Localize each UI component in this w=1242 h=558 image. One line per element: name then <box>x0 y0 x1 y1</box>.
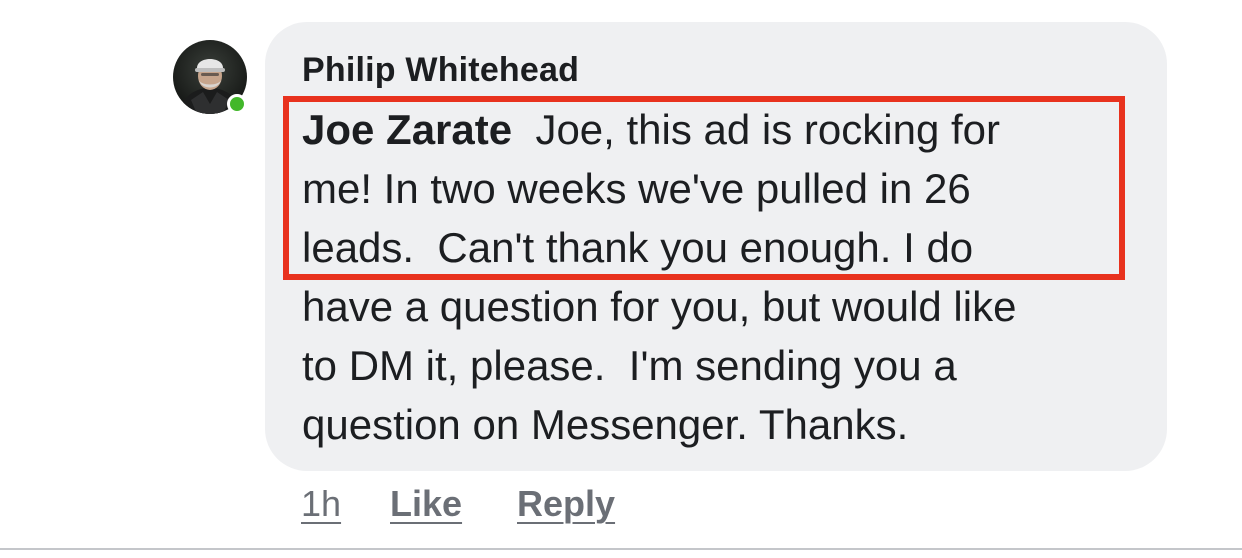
comment-body: Joe Zarate Joe, this ad is rocking for m… <box>302 100 1162 454</box>
comment-author[interactable]: Philip Whitehead <box>302 50 579 90</box>
comment-line: me! In two weeks we've pulled in 26 <box>302 165 971 212</box>
online-status-icon <box>227 94 247 114</box>
reply-button[interactable]: Reply <box>517 482 615 526</box>
comment-line: leads. Can't thank you enough. I do <box>302 224 974 271</box>
timestamp-link[interactable]: 1h <box>301 482 341 526</box>
divider <box>0 548 1242 550</box>
comment-line: Joe Zarate Joe, this ad is rocking for <box>302 100 1162 159</box>
avatar[interactable] <box>173 40 247 114</box>
comment-line: question on Messenger. Thanks. <box>302 401 909 448</box>
mention-tag[interactable]: Joe Zarate <box>302 106 512 153</box>
like-button[interactable]: Like <box>390 482 462 526</box>
comment-line-text: Joe, this ad is rocking for <box>512 106 1000 153</box>
comment-line: have a question for you, but would like <box>302 283 1017 330</box>
comment-line: to DM it, please. I'm sending you a <box>302 342 957 389</box>
comment-actions: 1h Like Reply <box>0 482 1242 526</box>
